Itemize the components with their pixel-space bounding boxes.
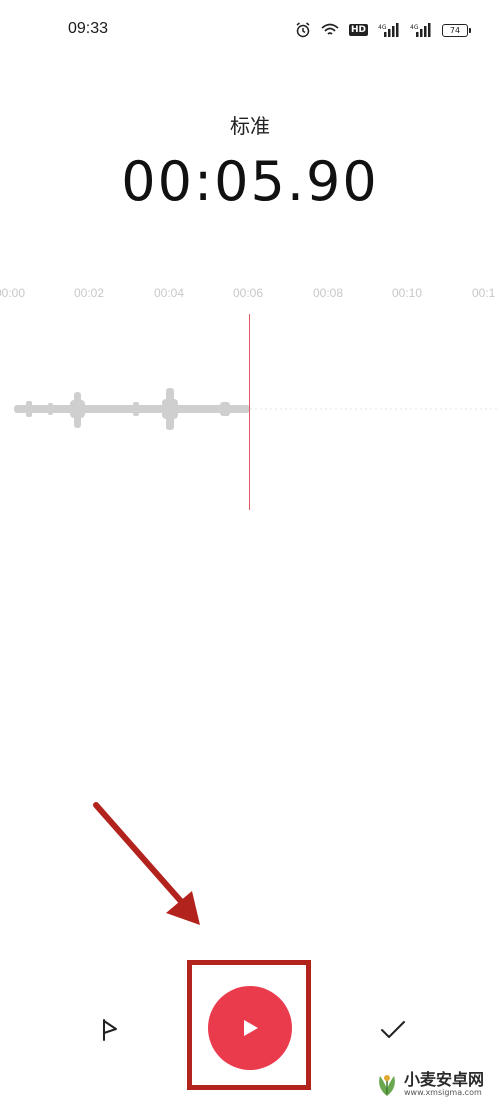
svg-text:4G: 4G <box>378 24 387 31</box>
timeline-label: 00:04 <box>154 286 185 300</box>
flag-icon <box>103 1019 117 1041</box>
timeline-label: 00:10 <box>392 286 423 300</box>
timeline-label: 00:06 <box>233 286 264 300</box>
annotation-arrow <box>93 802 200 925</box>
watermark-url: www.xmsigma.com <box>404 1088 482 1097</box>
annotation-highlight-box <box>187 960 311 1090</box>
audio-waveform <box>14 388 500 430</box>
check-icon <box>381 1021 405 1038</box>
status-time: 09:33 <box>68 20 109 37</box>
watermark: 小麦安卓网 www.xmsigma.com <box>374 1072 484 1098</box>
signal-4g-icon: 4G <box>378 23 399 37</box>
playhead[interactable] <box>249 314 250 510</box>
timeline-label: 00:02 <box>74 286 105 300</box>
timeline-label: 00:1 <box>472 286 496 300</box>
elapsed-timer: 00:05.90 <box>121 150 379 213</box>
watermark-logo-icon <box>379 1075 395 1096</box>
hd-badge: HD <box>348 24 368 36</box>
timeline-label: 00:00 <box>0 286 26 300</box>
flag-button[interactable] <box>96 1016 124 1044</box>
battery-icon: 74 <box>442 23 471 37</box>
timeline-label: 00:08 <box>313 286 344 300</box>
signal-4g-icon: 4G <box>410 23 431 37</box>
svg-text:4G: 4G <box>410 24 419 31</box>
watermark-text: 小麦安卓网 <box>404 1070 485 1089</box>
save-recording-button[interactable] <box>378 1016 408 1044</box>
timeline-ruler: 00:00 00:02 00:04 00:06 00:08 00:10 00:1 <box>0 286 500 306</box>
wifi-icon <box>321 23 339 35</box>
status-icons: HD 4G 4G 74 <box>295 22 471 38</box>
alarm-icon <box>296 22 310 38</box>
recording-mode-label: 标准 <box>230 114 270 138</box>
